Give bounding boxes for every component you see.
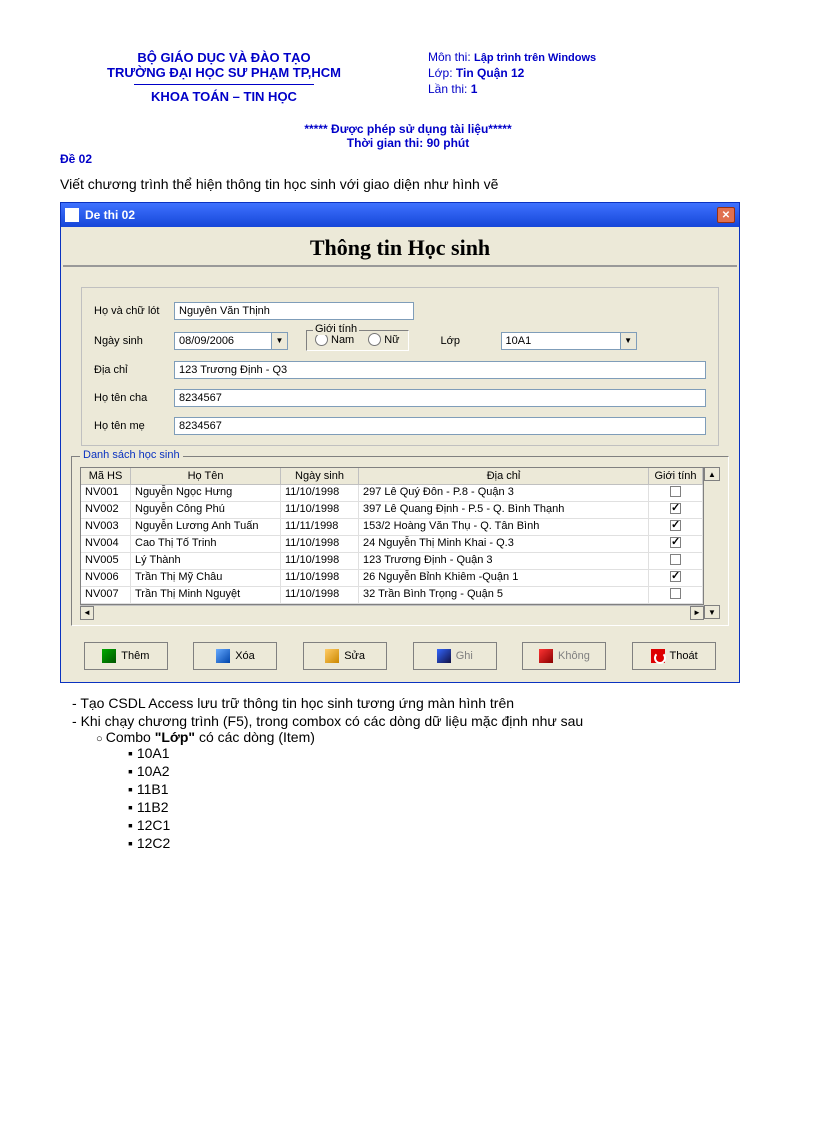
- combo-item: 12C2: [144, 835, 756, 851]
- subject-label: Môn thi:: [428, 50, 474, 64]
- birthdate-label: Ngày sinh: [94, 335, 174, 347]
- gender-legend: Giới tính: [313, 323, 359, 335]
- task-2a: Combo "Lớp" có các dòng (Item) 10A110A21…: [116, 729, 756, 851]
- student-list-legend: Danh sách học sinh: [80, 449, 183, 461]
- class-combo[interactable]: [501, 332, 621, 350]
- attempt-label: Lần thi:: [428, 82, 471, 96]
- class-combo-label: Lớp: [441, 335, 501, 347]
- combo-item: 12C1: [144, 817, 756, 833]
- scroll-right-button[interactable]: ►: [690, 606, 704, 620]
- gender-checkbox[interactable]: [670, 503, 681, 514]
- grid-vscrollbar[interactable]: ▲ ▼: [704, 467, 720, 619]
- titlebar: De thi 02 ✕: [61, 203, 739, 227]
- power-icon: [651, 649, 665, 663]
- edit-button[interactable]: Sửa: [303, 642, 387, 670]
- father-label: Họ tên cha: [94, 392, 174, 404]
- table-row[interactable]: NV002Nguyễn Công Phú11/10/1998397 Lê Qua…: [81, 502, 703, 519]
- col-header-address[interactable]: Địa chỉ: [359, 468, 649, 484]
- doc-header: BỘ GIÁO DỤC VÀ ĐÀO TẠO TRƯỜNG ĐẠI HỌC SƯ…: [60, 50, 756, 104]
- father-input[interactable]: [174, 389, 706, 407]
- doc-header-left: BỘ GIÁO DỤC VÀ ĐÀO TẠO TRƯỜNG ĐẠI HỌC SƯ…: [60, 50, 388, 104]
- table-row[interactable]: NV005Lý Thành11/10/1998123 Trương Định -…: [81, 553, 703, 570]
- vscroll-track[interactable]: [704, 481, 720, 605]
- ministry-line: BỘ GIÁO DỤC VÀ ĐÀO TẠO: [60, 50, 388, 65]
- col-header-id[interactable]: Mã HS: [81, 468, 131, 484]
- fullname-label: Họ và chữ lót: [94, 305, 174, 317]
- task-1: Tạo CSDL Access lưu trữ thông tin học si…: [88, 695, 756, 711]
- date-dropdown-button[interactable]: ▼: [272, 332, 288, 350]
- doc-notice: ***** Được phép sử dụng tài liệu***** Th…: [60, 122, 756, 150]
- mother-label: Họ tên mẹ: [94, 420, 174, 432]
- faculty-line: KHOA TOÁN – TIN HỌC: [60, 89, 388, 104]
- cancel-button[interactable]: Không: [522, 642, 606, 670]
- combo-item: 10A1: [144, 745, 756, 761]
- mother-input[interactable]: [174, 417, 706, 435]
- fullname-input[interactable]: [174, 302, 414, 320]
- col-header-dob[interactable]: Ngày sinh: [281, 468, 359, 484]
- scroll-left-button[interactable]: ◄: [80, 606, 94, 620]
- app-icon: [65, 208, 79, 222]
- student-list-group: Danh sách học sinh Mã HS Họ Tên Ngày sin…: [71, 456, 729, 626]
- birthdate-input[interactable]: [174, 332, 272, 350]
- class-label: Lớp:: [428, 66, 456, 80]
- col-header-name[interactable]: Họ Tên: [131, 468, 281, 484]
- gender-checkbox[interactable]: [670, 520, 681, 531]
- table-row[interactable]: NV007Trần Thị Minh Nguyệt11/10/199832 Tr…: [81, 587, 703, 604]
- address-label: Địa chỉ: [94, 364, 174, 376]
- gender-group: Giới tính Nam Nữ: [306, 330, 409, 351]
- table-row[interactable]: NV006Trần Thị Mỹ Châu11/10/199826 Nguyễn…: [81, 570, 703, 587]
- task-intro: Viết chương trình thể hiện thông tin học…: [60, 176, 756, 192]
- table-row[interactable]: NV004Cao Thị Tố Trinh11/10/199824 Nguyễn…: [81, 536, 703, 553]
- col-header-gender[interactable]: Giới tính: [649, 468, 703, 484]
- combo-item: 11B2: [144, 799, 756, 815]
- table-row[interactable]: NV001Nguyễn Ngọc Hưng11/10/1998297 Lê Qu…: [81, 485, 703, 502]
- app-heading: Thông tin Học sinh: [63, 227, 737, 267]
- subject-value: Lập trình trên Windows: [474, 52, 596, 64]
- notice-line2: Thời gian thi: 90 phút: [60, 136, 756, 150]
- gender-checkbox[interactable]: [670, 588, 681, 599]
- exam-number: Đề 02: [60, 152, 756, 166]
- gender-checkbox[interactable]: [670, 571, 681, 582]
- class-dropdown-button[interactable]: ▼: [621, 332, 637, 350]
- gender-female-option[interactable]: Nữ: [368, 333, 399, 346]
- delete-button[interactable]: Xóa: [193, 642, 277, 670]
- class-value: Tin Quận 12: [456, 66, 524, 80]
- exit-button[interactable]: Thoát: [632, 642, 716, 670]
- scroll-up-button[interactable]: ▲: [704, 467, 720, 481]
- grid-header: Mã HS Họ Tên Ngày sinh Địa chỉ Giới tính: [81, 468, 703, 485]
- window-title: De thi 02: [85, 208, 717, 222]
- combo-item: 10A2: [144, 763, 756, 779]
- attempt-value: 1: [471, 82, 478, 96]
- gender-checkbox[interactable]: [670, 554, 681, 565]
- gender-female-radio[interactable]: [368, 333, 381, 346]
- university-line: TRƯỜNG ĐẠI HỌC SƯ PHẠM TP,HCM: [60, 65, 388, 80]
- button-bar: Thêm Xóa Sửa Ghi Không Thoát: [61, 634, 739, 682]
- doc-header-right: Môn thi: Lập trình trên Windows Lớp: Tin…: [388, 50, 756, 104]
- scroll-down-button[interactable]: ▼: [704, 605, 720, 619]
- add-icon: [102, 649, 116, 663]
- edit-icon: [325, 649, 339, 663]
- task-2: Khi chạy chương trình (F5), trong combox…: [88, 713, 756, 851]
- address-input[interactable]: [174, 361, 706, 379]
- save-button[interactable]: Ghi: [413, 642, 497, 670]
- delete-icon: [216, 649, 230, 663]
- header-separator: [134, 84, 314, 85]
- cancel-icon: [539, 649, 553, 663]
- app-window: De thi 02 ✕ Thông tin Học sinh Họ và chữ…: [60, 202, 740, 683]
- combo-item: 11B1: [144, 781, 756, 797]
- save-icon: [437, 649, 451, 663]
- add-button[interactable]: Thêm: [84, 642, 168, 670]
- doc-tasks: Tạo CSDL Access lưu trữ thông tin học si…: [60, 695, 756, 851]
- gender-checkbox[interactable]: [670, 486, 681, 497]
- close-button[interactable]: ✕: [717, 207, 735, 223]
- grid-hscrollbar[interactable]: ◄ ►: [80, 605, 704, 619]
- notice-line1: ***** Được phép sử dụng tài liệu*****: [60, 122, 756, 136]
- gender-checkbox[interactable]: [670, 537, 681, 548]
- table-row[interactable]: NV003Nguyễn Lương Anh Tuấn11/11/1998153/…: [81, 519, 703, 536]
- student-grid[interactable]: Mã HS Họ Tên Ngày sinh Địa chỉ Giới tính…: [80, 467, 704, 605]
- student-form: Họ và chữ lót Ngày sinh ▼ Giới tính Nam …: [81, 287, 719, 446]
